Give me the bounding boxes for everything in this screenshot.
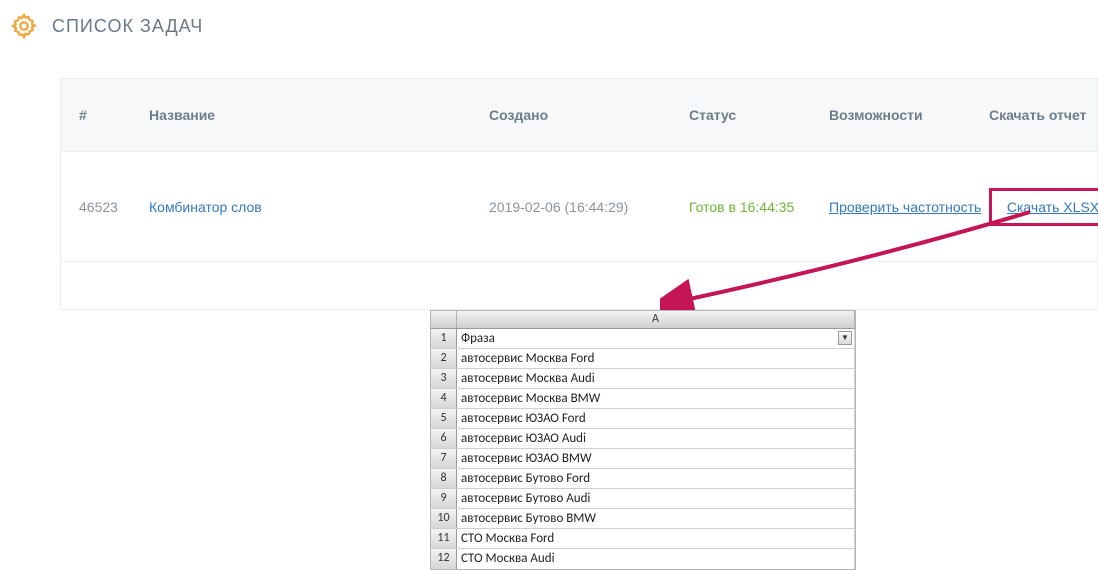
spreadsheet-row: 5 автосервис ЮЗАО Ford (431, 409, 855, 429)
col-id: # (79, 107, 149, 123)
cell[interactable]: СТО Москва Ford (457, 529, 855, 548)
spreadsheet-row: 2 автосервис Москва Ford (431, 349, 855, 369)
task-table-card: # Название Создано Статус Возможности Ск… (60, 78, 1098, 310)
xlsx-preview: A 1 Фраза ▼ 2 автосервис Москва Ford 3 а… (430, 310, 856, 570)
row-number[interactable]: 7 (431, 449, 457, 468)
spreadsheet-row: 1 Фраза ▼ (431, 329, 855, 349)
row-number[interactable]: 3 (431, 369, 457, 388)
card-footer-pad (61, 261, 1097, 309)
col-created: Создано (489, 107, 689, 123)
row-number[interactable]: 8 (431, 469, 457, 488)
row-number[interactable]: 4 (431, 389, 457, 408)
col-download: Скачать отчет (989, 107, 1098, 123)
spreadsheet-corner[interactable] (431, 311, 457, 328)
row-number[interactable]: 6 (431, 429, 457, 448)
spreadsheet-row: 3 автосервис Москва Audi (431, 369, 855, 389)
col-status: Статус (689, 107, 829, 123)
download-xlsx-link[interactable]: Скачать XLSX (1007, 199, 1098, 215)
spreadsheet-row: 10 автосервис Бутово BMW (431, 509, 855, 529)
row-number[interactable]: 11 (431, 529, 457, 548)
row-number[interactable]: 5 (431, 409, 457, 428)
gear-icon (10, 12, 38, 40)
spreadsheet-row: 6 автосервис ЮЗАО Audi (431, 429, 855, 449)
spreadsheet-row: 11 СТО Москва Ford (431, 529, 855, 549)
spreadsheet-row: 4 автосервис Москва BMW (431, 389, 855, 409)
page-header: СПИСОК ЗАДАЧ (0, 0, 1098, 50)
spreadsheet-col-header: A (431, 311, 855, 329)
page-title: СПИСОК ЗАДАЧ (52, 16, 203, 37)
cell[interactable]: автосервис ЮЗАО Audi (457, 429, 855, 448)
table-header-row: # Название Создано Статус Возможности Ск… (61, 79, 1097, 151)
row-number[interactable]: 2 (431, 349, 457, 368)
cell[interactable]: автосервис Бутово Audi (457, 489, 855, 508)
spreadsheet-row: 7 автосервис ЮЗАО BMW (431, 449, 855, 469)
cell[interactable]: автосервис Москва Ford (457, 349, 855, 368)
col-name: Название (149, 107, 489, 123)
cell[interactable]: автосервис Москва Audi (457, 369, 855, 388)
task-status: Готов в 16:44:35 (689, 199, 829, 215)
cell[interactable]: автосервис Москва BMW (457, 389, 855, 408)
col-A-header[interactable]: A (457, 311, 855, 328)
table-row: 46523 Комбинатор слов 2019-02-06 (16:44:… (61, 151, 1097, 261)
row-number[interactable]: 1 (431, 329, 457, 348)
row-number[interactable]: 12 (431, 549, 457, 569)
spreadsheet-row: 8 автосервис Бутово Ford (431, 469, 855, 489)
download-highlight-box: Скачать XLSX (989, 188, 1098, 226)
cell[interactable]: автосервис ЮЗАО Ford (457, 409, 855, 428)
task-name-link[interactable]: Комбинатор слов (149, 199, 489, 215)
cell[interactable]: автосервис ЮЗАО BMW (457, 449, 855, 468)
task-id: 46523 (79, 199, 149, 215)
cell[interactable]: автосервис Бутово Ford (457, 469, 855, 488)
spreadsheet-row: 12 СТО Москва Audi (431, 549, 855, 569)
row-number[interactable]: 10 (431, 509, 457, 528)
row-number[interactable]: 9 (431, 489, 457, 508)
col-actions: Возможности (829, 107, 989, 123)
cell[interactable]: СТО Москва Audi (457, 549, 855, 569)
task-created: 2019-02-06 (16:44:29) (489, 199, 689, 215)
filter-dropdown-icon[interactable]: ▼ (838, 331, 852, 345)
check-frequency-link[interactable]: Проверить частотность (829, 199, 981, 215)
cell-A1-text: Фраза (461, 331, 495, 346)
cell-A1[interactable]: Фраза ▼ (457, 329, 855, 348)
spreadsheet-row: 9 автосервис Бутово Audi (431, 489, 855, 509)
cell[interactable]: автосервис Бутово BMW (457, 509, 855, 528)
